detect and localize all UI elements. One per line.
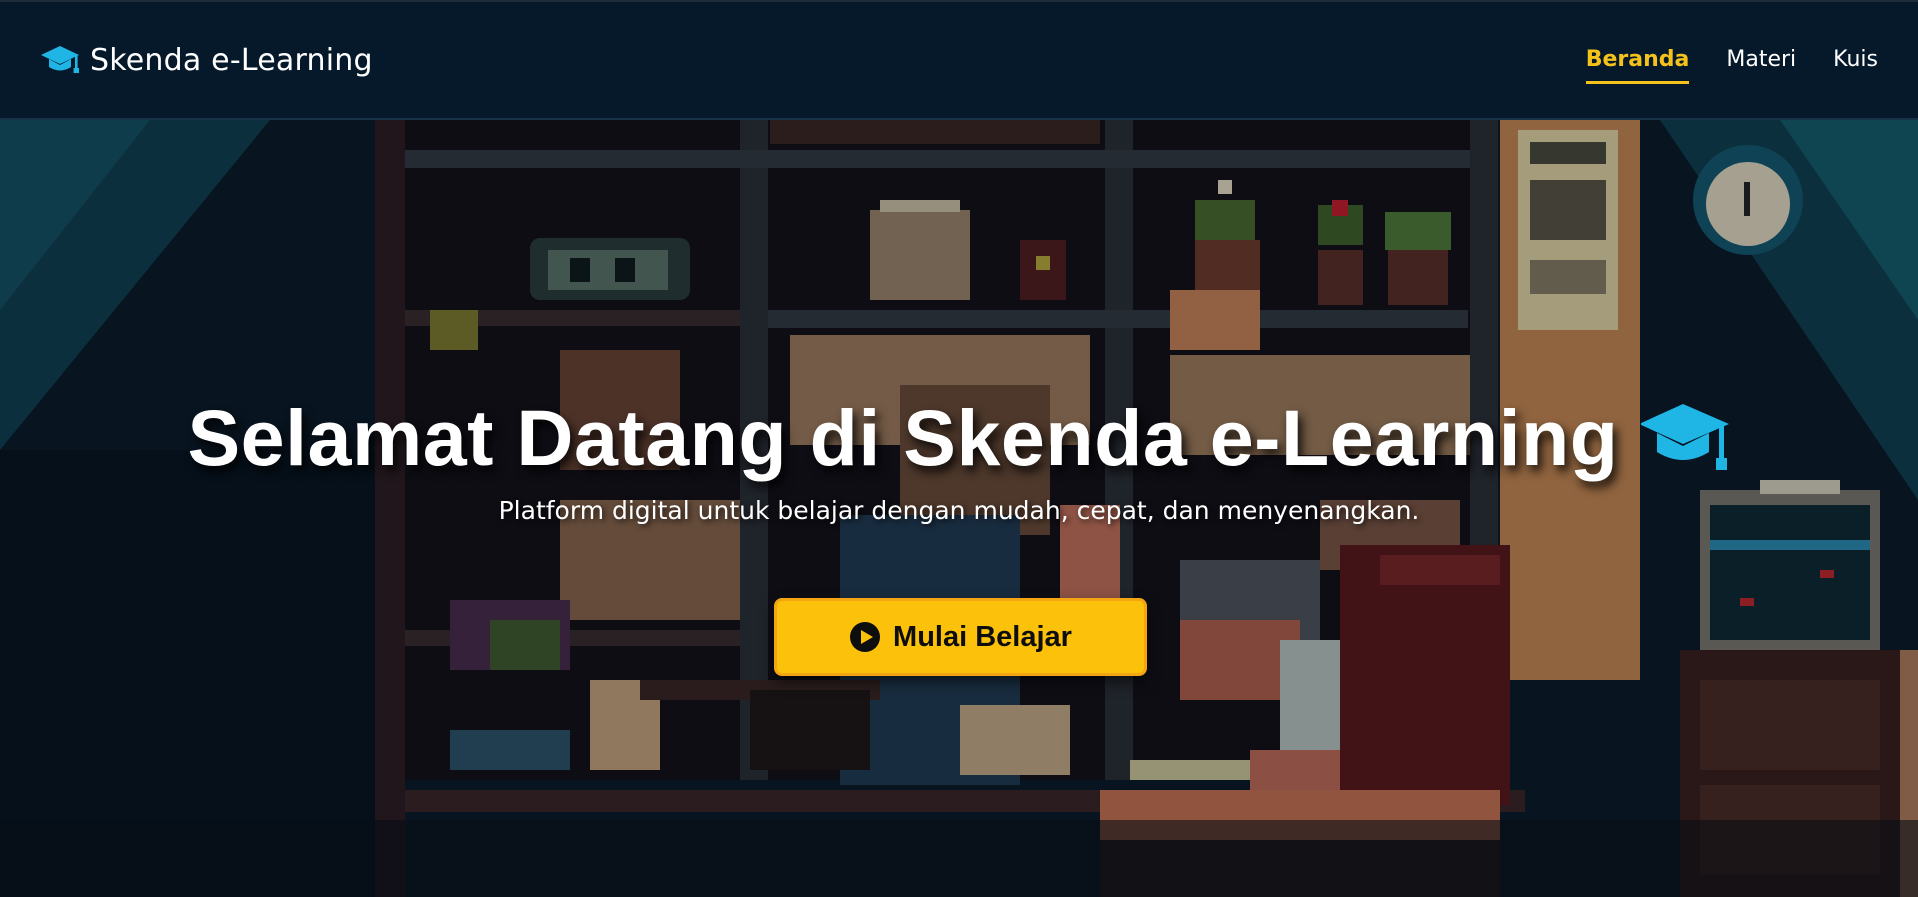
hero-title: Selamat Datang di Skenda e-Learning: [0, 392, 1918, 484]
nav-link-beranda[interactable]: Beranda: [1585, 39, 1689, 84]
hero-section: Selamat Datang di Skenda e-Learning Plat…: [0, 120, 1918, 897]
nav-menu: Beranda Materi Kuis: [1585, 39, 1878, 84]
graduation-cap-icon: [41, 46, 79, 73]
start-learning-button[interactable]: Mulai Belajar: [774, 598, 1147, 676]
navbar: Skenda e-Learning Beranda Materi Kuis: [0, 0, 1918, 120]
hero-content: Selamat Datang di Skenda e-Learning Plat…: [0, 120, 1918, 897]
start-learning-label: Mulai Belajar: [893, 620, 1072, 653]
graduation-cap-icon: [1640, 404, 1729, 470]
hero-subtitle: Platform digital untuk belajar dengan mu…: [498, 496, 1420, 525]
nav-link-kuis[interactable]: Kuis: [1833, 39, 1878, 82]
hero-title-text: Selamat Datang di Skenda e-Learning: [187, 393, 1619, 482]
nav-link-materi[interactable]: Materi: [1726, 39, 1796, 82]
brand-name: Skenda e-Learning: [90, 42, 373, 78]
brand-link[interactable]: Skenda e-Learning: [40, 43, 373, 78]
play-circle-icon: [850, 622, 881, 652]
